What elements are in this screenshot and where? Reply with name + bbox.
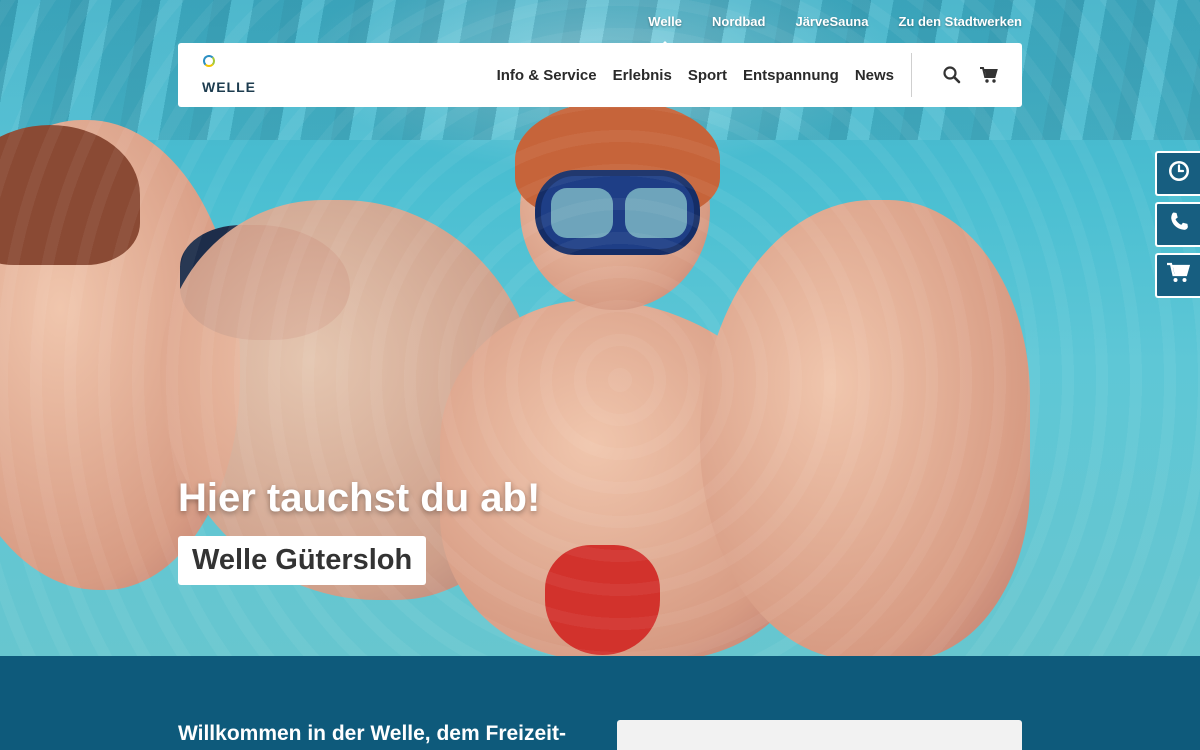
- cart-icon[interactable]: [979, 65, 999, 85]
- topnav-jaervesauna[interactable]: JärveSauna: [795, 12, 868, 35]
- meta-navigation: Welle Nordbad JärveSauna Zu den Stadtwer…: [618, 12, 1022, 48]
- opening-hours-button[interactable]: [1155, 151, 1200, 196]
- hero-title: Hier tauchst du ab!: [178, 476, 541, 520]
- nav-sport[interactable]: Sport: [688, 67, 727, 84]
- logo-text: WELLE: [202, 79, 256, 95]
- header-divider: [911, 53, 912, 97]
- nav-erlebnis[interactable]: Erlebnis: [613, 67, 672, 84]
- nav-info-service[interactable]: Info & Service: [497, 67, 597, 84]
- phone-button[interactable]: [1155, 202, 1200, 247]
- cart-icon: [1166, 261, 1192, 290]
- search-icon[interactable]: [942, 65, 962, 85]
- clock-icon: [1167, 159, 1191, 188]
- topnav-nordbad[interactable]: Nordbad: [712, 12, 765, 35]
- nav-news[interactable]: News: [855, 67, 894, 84]
- info-panel: [617, 720, 1022, 750]
- main-header: WELLE Info & Service Erlebnis Sport Ents…: [178, 43, 1022, 107]
- topnav-welle[interactable]: Welle: [648, 12, 682, 48]
- main-navigation: Info & Service Erlebnis Sport Entspannun…: [481, 43, 894, 107]
- welle-logo[interactable]: WELLE: [202, 53, 262, 97]
- phone-icon: [1167, 210, 1191, 239]
- welcome-section: Willkommen in der Welle, dem Freizeit-: [0, 656, 1200, 750]
- welcome-heading: Willkommen in der Welle, dem Freizeit-: [178, 722, 567, 745]
- hero-subtitle: Welle Gütersloh: [178, 536, 427, 585]
- topnav-stadtwerke[interactable]: Zu den Stadtwerken: [898, 12, 1022, 35]
- shop-button[interactable]: [1155, 253, 1200, 298]
- nav-entspannung[interactable]: Entspannung: [743, 67, 839, 84]
- logo-ring-icon: [203, 55, 215, 67]
